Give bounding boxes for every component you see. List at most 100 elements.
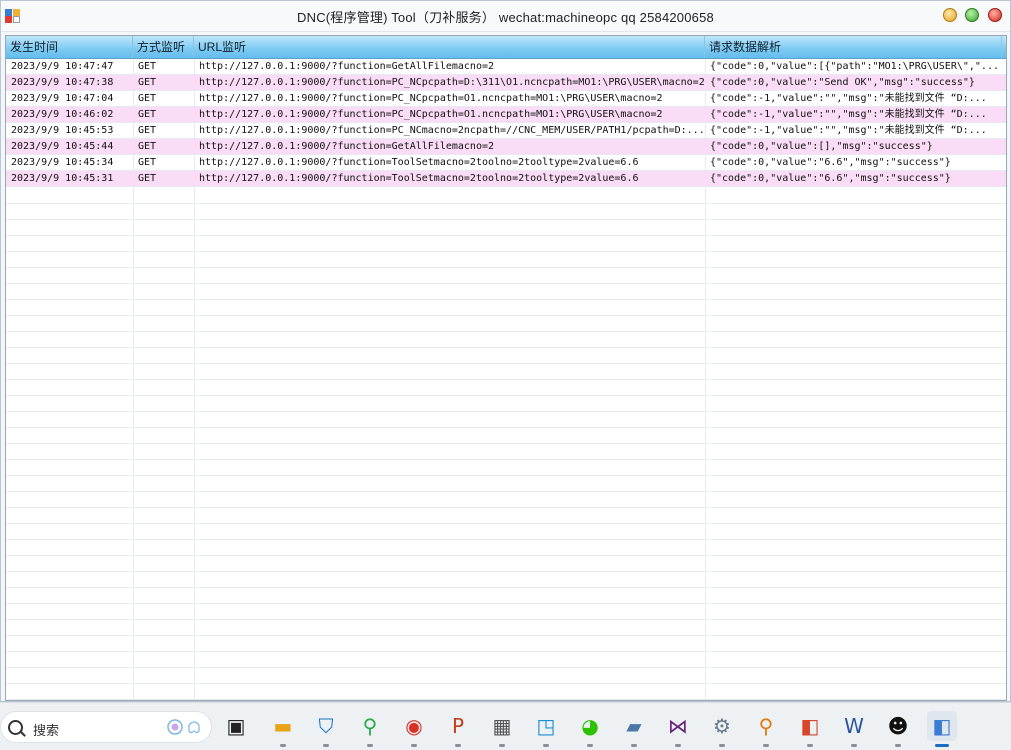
empty-row-line [6, 219, 1006, 220]
table-row[interactable]: 2023/9/9 10:45:53 GET http://127.0.0.1:900… [6, 123, 1006, 139]
empty-row-line [6, 523, 1006, 524]
cell-time: 2023/9/9 10:45:31 [11, 173, 114, 184]
running-indicator [280, 744, 286, 747]
powerpoint-icon[interactable]: P [443, 711, 473, 741]
running-indicator [895, 744, 901, 747]
empty-row-line [6, 235, 1006, 236]
tool-app-icon[interactable]: ◧ [795, 711, 825, 741]
cell-time: 2023/9/9 10:47:04 [11, 93, 114, 104]
snipping-icon[interactable]: ◳ [531, 711, 561, 741]
cell-url: http://127.0.0.1:9000/?function=ToolSetm… [199, 173, 639, 184]
empty-row-line [6, 395, 1006, 396]
empty-row-line [6, 411, 1006, 412]
empty-row-line [6, 443, 1006, 444]
table-row[interactable]: 2023/9/9 10:47:04 GET http://127.0.0.1:900… [6, 91, 1006, 107]
empty-row-line [6, 267, 1006, 268]
empty-row-line [6, 539, 1006, 540]
qq-icon[interactable]: ☻ [883, 711, 913, 741]
title-bar[interactable]: DNC(程序管理) Tool（刀补服务） wechat:machineopc q… [1, 1, 1010, 32]
table-row[interactable]: 2023/9/9 10:45:44 GET http://127.0.0.1:900… [6, 139, 1006, 155]
running-indicator [851, 744, 857, 747]
cell-data: {"code":-1,"value":"","msg":"未能找到文件 “D:.… [710, 93, 987, 104]
empty-row-line [6, 427, 1006, 428]
calculator-icon[interactable]: ▦ [487, 711, 517, 741]
empty-row-line [6, 283, 1006, 284]
cell-url: http://127.0.0.1:9000/?function=ToolSetm… [199, 157, 639, 168]
cell-method: GET [138, 109, 157, 120]
cell-url: http://127.0.0.1:9000/?function=PC_NCmac… [199, 125, 705, 136]
empty-row-line [6, 491, 1006, 492]
security-shield-icon[interactable]: ⛉ [311, 711, 341, 741]
search-icon [8, 720, 23, 735]
running-indicator [675, 744, 681, 747]
dnc-app-icon[interactable]: ◧ [927, 711, 957, 741]
empty-row-line [6, 555, 1006, 556]
taskbar: 搜索 ▣ ▬ ⛉ ⚲ ◉ P ▦ ◳ ◕ ▰ ⋈ ⚙ ⚲ ◧ W ☻ ◧ [0, 702, 1011, 750]
minimize-button[interactable] [943, 8, 957, 22]
cell-method: GET [138, 173, 157, 184]
empty-row-line [6, 315, 1006, 316]
cell-method: GET [138, 93, 157, 104]
running-indicator [763, 744, 769, 747]
empty-row-line [6, 635, 1006, 636]
cell-url: http://127.0.0.1:9000/?function=GetAllFi… [199, 141, 495, 152]
cell-url: http://127.0.0.1:9000/?function=PC_NCpcp… [199, 77, 705, 88]
running-indicator [411, 744, 417, 747]
empty-row-line [6, 379, 1006, 380]
close-button[interactable] [988, 8, 1002, 22]
column-header-data[interactable]: 请求数据解析 [705, 36, 1002, 58]
running-indicator [719, 744, 725, 747]
cell-method: GET [138, 77, 157, 88]
settings-gear-icon[interactable]: ⚙ [707, 711, 737, 741]
cell-time: 2023/9/9 10:47:38 [11, 77, 114, 88]
table-row[interactable]: 2023/9/9 10:46:02 GET http://127.0.0.1:900… [6, 107, 1006, 123]
cell-data: {"code":0,"value":[{"path":"MO1:\PRG\USE… [710, 61, 999, 72]
running-indicator [367, 744, 373, 747]
cell-data: {"code":-1,"value":"","msg":"未能找到文件 “D:.… [710, 109, 987, 120]
table-row[interactable]: 2023/9/9 10:45:34 GET http://127.0.0.1:900… [6, 155, 1006, 171]
table-row[interactable]: 2023/9/9 10:47:38 GET http://127.0.0.1:900… [6, 75, 1006, 91]
running-indicator [455, 744, 461, 747]
magnifier-icon[interactable]: ⚲ [751, 711, 781, 741]
request-log-grid[interactable]: 发生时间 方式监听 URL监听 请求数据解析 2023/9/9 10:47:47… [5, 35, 1007, 701]
file-explorer-icon[interactable]: ▬ [268, 711, 298, 741]
cell-data: {"code":-1,"value":"","msg":"未能找到文件 “D:.… [710, 125, 987, 136]
cell-url: http://127.0.0.1:9000/?function=GetAllFi… [199, 61, 495, 72]
column-header-method[interactable]: 方式监听 [133, 36, 194, 58]
empty-row-line [6, 459, 1006, 460]
empty-row-line [6, 683, 1006, 684]
running-indicator [807, 744, 813, 747]
cell-method: GET [138, 141, 157, 152]
wechat-icon[interactable]: ◕ [575, 711, 605, 741]
resource-monitor-icon[interactable]: ▰ [619, 711, 649, 741]
cell-time: 2023/9/9 10:46:02 [11, 109, 114, 120]
chrome-icon[interactable]: ◉ [399, 711, 429, 741]
cell-url: http://127.0.0.1:9000/?function=PC_NCpcp… [199, 109, 663, 120]
empty-row-line [6, 475, 1006, 476]
grid-rows: 2023/9/9 10:47:47 GET http://127.0.0.1:900… [6, 59, 1006, 187]
search-tool-icon[interactable]: ⚲ [355, 711, 385, 741]
task-view-icon[interactable]: ▣ [221, 711, 251, 741]
column-header-url[interactable]: URL监听 [194, 36, 705, 58]
cell-time: 2023/9/9 10:45:44 [11, 141, 114, 152]
table-row[interactable]: 2023/9/9 10:45:31 GET http://127.0.0.1:900… [6, 171, 1006, 187]
empty-row-line [6, 251, 1006, 252]
empty-row-line [6, 587, 1006, 588]
app-window: DNC(程序管理) Tool（刀补服务） wechat:machineopc q… [0, 0, 1011, 702]
cell-time: 2023/9/9 10:45:53 [11, 125, 114, 136]
empty-row-line [6, 363, 1006, 364]
table-row[interactable]: 2023/9/9 10:47:47 GET http://127.0.0.1:900… [6, 59, 1006, 75]
running-indicator [631, 744, 637, 747]
running-indicator [323, 744, 329, 747]
empty-row-line [6, 331, 1006, 332]
visual-studio-icon[interactable]: ⋈ [663, 711, 693, 741]
jellyfish-decoration-icon [167, 719, 200, 735]
running-indicator [543, 744, 549, 747]
empty-row-line [6, 603, 1006, 604]
maximize-button[interactable] [965, 8, 979, 22]
word-icon[interactable]: W [839, 711, 869, 741]
empty-row-line [6, 507, 1006, 508]
window-title: DNC(程序管理) Tool（刀补服务） wechat:machineopc q… [297, 10, 714, 25]
taskbar-search-box[interactable]: 搜索 [0, 711, 212, 743]
column-header-time[interactable]: 发生时间 [6, 36, 133, 58]
